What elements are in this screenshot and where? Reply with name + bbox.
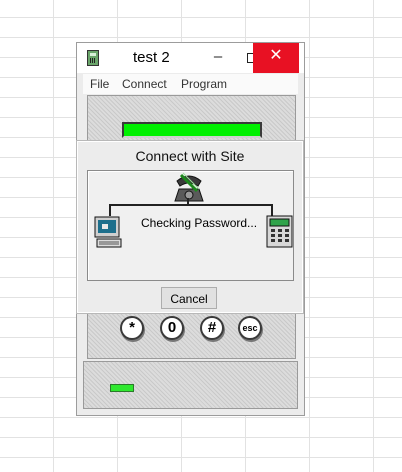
key-zero[interactable]: 0 bbox=[160, 316, 184, 340]
connection-status-box: Checking Password... bbox=[87, 170, 294, 281]
key-esc[interactable]: esc bbox=[238, 316, 262, 340]
telephone-handset-icon bbox=[174, 172, 204, 202]
menu-program[interactable]: Program bbox=[181, 77, 227, 91]
key-hash[interactable]: # bbox=[200, 316, 224, 340]
keypad-panel: * 0 # esc bbox=[87, 311, 296, 359]
connect-dialog: Connect with Site Checking Password... C… bbox=[76, 140, 304, 314]
lcd-display bbox=[122, 122, 262, 138]
key-star[interactable]: * bbox=[120, 316, 144, 340]
computer-icon bbox=[94, 216, 122, 248]
menu-file[interactable]: File bbox=[90, 77, 109, 91]
connection-line bbox=[109, 204, 273, 206]
keypad-app-icon[interactable] bbox=[87, 50, 99, 66]
status-led bbox=[110, 384, 134, 392]
menu-connect[interactable]: Connect bbox=[122, 77, 167, 91]
device-base-panel bbox=[83, 361, 298, 409]
cancel-button[interactable]: Cancel bbox=[161, 287, 217, 309]
window-title: test 2 bbox=[133, 49, 170, 66]
keypad-panel-icon bbox=[266, 215, 293, 248]
dialog-title: Connect with Site bbox=[135, 148, 245, 164]
menu-bar: File Connect Program bbox=[83, 74, 298, 94]
minimize-button[interactable]: – bbox=[201, 43, 235, 73]
status-message: Checking Password... bbox=[141, 216, 258, 230]
close-button[interactable]: ✕ bbox=[253, 43, 299, 73]
title-bar[interactable]: test 2 – ✕ bbox=[77, 43, 304, 73]
